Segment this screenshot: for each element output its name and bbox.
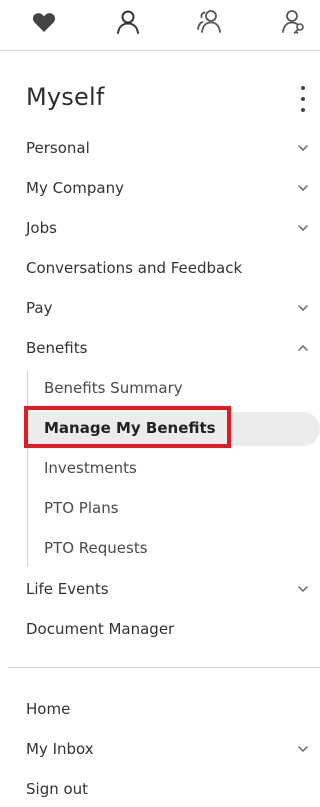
nav-item-label: My Inbox xyxy=(26,740,94,758)
sub-item-label: Manage My Benefits xyxy=(44,419,216,437)
nav-item-benefits[interactable]: Benefits xyxy=(0,330,320,366)
nav-item-label: Personal xyxy=(26,139,90,157)
chevron-down-icon xyxy=(298,305,308,311)
nav-item-document-manager[interactable]: Document Manager xyxy=(0,611,320,647)
sub-item-investments[interactable]: Investments xyxy=(0,450,320,486)
section-divider xyxy=(8,667,320,668)
nav-item-label: Life Events xyxy=(26,580,109,598)
chevron-down-icon xyxy=(298,225,308,231)
nav-item-personal[interactable]: Personal xyxy=(0,130,320,166)
sub-item-label: Investments xyxy=(44,459,137,477)
nav-item-sign-out[interactable]: Sign out xyxy=(0,771,320,807)
menu-title: Myself xyxy=(26,83,105,111)
nav-item-label: Document Manager xyxy=(26,620,175,638)
chevron-up-icon xyxy=(298,345,308,351)
sub-item-label: Benefits Summary xyxy=(44,379,183,397)
nav-item-label: Conversations and Feedback xyxy=(26,259,243,277)
sub-item-label: PTO Requests xyxy=(44,539,148,557)
nav-item-home[interactable]: Home xyxy=(0,691,320,727)
nav-item-label: Benefits xyxy=(26,339,88,357)
sub-item-manage-my-benefits[interactable]: Manage My Benefits xyxy=(0,410,320,446)
chevron-down-icon xyxy=(298,746,308,752)
nav-item-conversations[interactable]: Conversations and Feedback xyxy=(0,250,320,286)
top-icon-bar xyxy=(0,0,320,51)
chevron-down-icon xyxy=(298,145,308,151)
sub-item-pto-requests[interactable]: PTO Requests xyxy=(0,530,320,566)
sub-item-label: PTO Plans xyxy=(44,499,119,517)
sub-item-benefits-summary[interactable]: Benefits Summary xyxy=(0,370,320,406)
nav-item-my-company[interactable]: My Company xyxy=(0,170,320,206)
heart-icon[interactable] xyxy=(27,6,61,38)
sub-item-pto-plans[interactable]: PTO Plans xyxy=(0,490,320,526)
nav-item-my-inbox[interactable]: My Inbox xyxy=(0,731,320,767)
nav-item-label: My Company xyxy=(26,179,124,197)
chevron-down-icon xyxy=(298,586,308,592)
nav-item-label: Home xyxy=(26,700,71,718)
people-icon[interactable] xyxy=(193,6,227,38)
chevron-down-icon xyxy=(298,185,308,191)
more-options-icon[interactable] xyxy=(296,86,310,112)
nav-item-label: Jobs xyxy=(26,219,57,237)
person-icon[interactable] xyxy=(111,6,145,38)
nav-item-label: Sign out xyxy=(26,780,89,798)
nav-item-life-events[interactable]: Life Events xyxy=(0,571,320,607)
person-key-icon[interactable] xyxy=(277,6,311,38)
nav-item-jobs[interactable]: Jobs xyxy=(0,210,320,246)
nav-item-label: Pay xyxy=(26,299,53,317)
nav-item-pay[interactable]: Pay xyxy=(0,290,320,326)
